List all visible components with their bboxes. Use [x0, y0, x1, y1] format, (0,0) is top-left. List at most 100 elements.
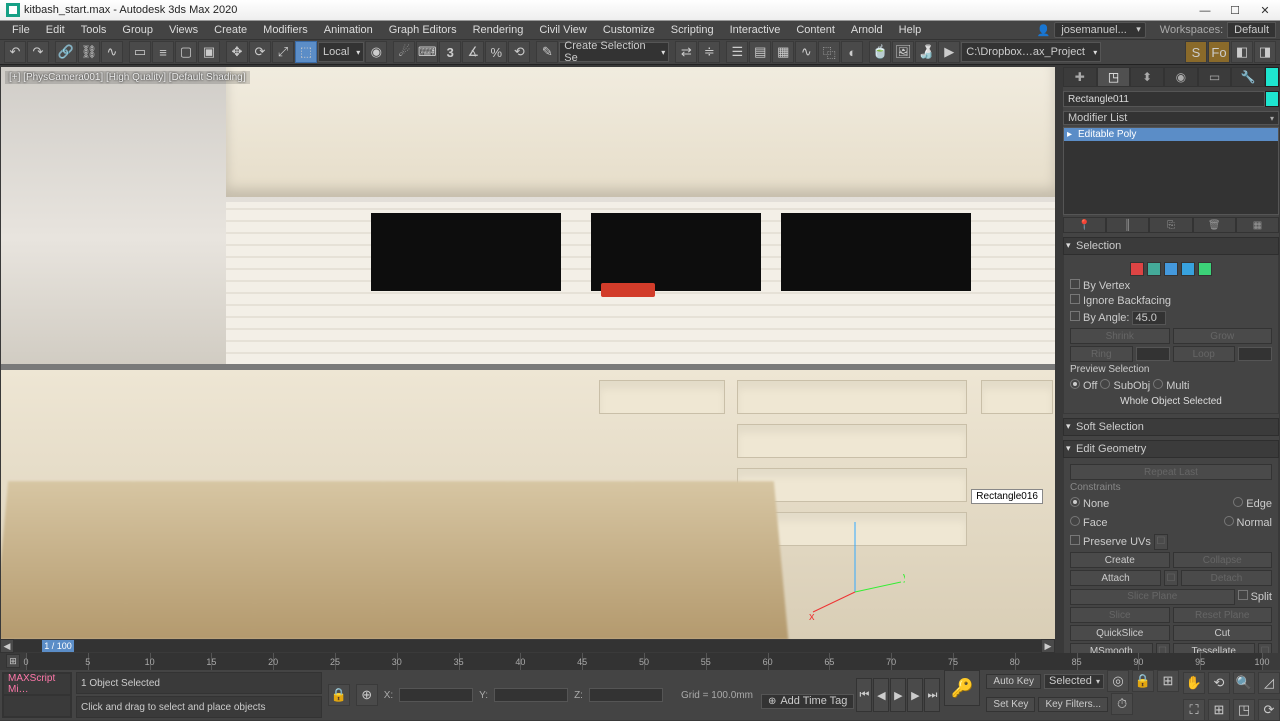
pan-view-button[interactable]: ✋: [1183, 672, 1205, 694]
edge-subobj-button[interactable]: [1147, 262, 1161, 276]
align-button[interactable]: ≑: [698, 41, 720, 63]
zoom-button[interactable]: 🔍: [1233, 672, 1255, 694]
time-slider-thumb[interactable]: 1 / 100: [42, 640, 74, 652]
window-crossing-button[interactable]: ▣: [198, 41, 220, 63]
play-button[interactable]: ▶: [890, 678, 906, 712]
menu-rendering[interactable]: Rendering: [465, 21, 532, 39]
viewport-label[interactable]: [+] [PhysCamera001] [High Quality] [Defa…: [5, 71, 250, 84]
viewport[interactable]: [+] [PhysCamera001] [High Quality] [Defa…: [1, 67, 1055, 639]
render-production-button[interactable]: 🍶: [915, 41, 937, 63]
unlink-button[interactable]: ⛓: [78, 41, 100, 63]
rendered-frame-button[interactable]: 🖼: [892, 41, 914, 63]
plugin-button-2[interactable]: ◨: [1254, 41, 1276, 63]
absolute-mode-button[interactable]: ⊕: [356, 684, 378, 706]
menu-graph-editors[interactable]: Graph Editors: [381, 21, 465, 39]
named-selection-set[interactable]: Create Selection Se: [559, 42, 669, 62]
motion-tab[interactable]: ◉: [1164, 67, 1198, 87]
panel-toggle[interactable]: [1265, 67, 1279, 87]
goto-start-button[interactable]: ⏮: [856, 678, 872, 712]
toggle-ribbon-button[interactable]: ▦: [772, 41, 794, 63]
menu-scripting[interactable]: Scripting: [663, 21, 722, 39]
hierarchy-tab[interactable]: ⬍: [1130, 67, 1164, 87]
select-by-name-button[interactable]: ≡: [152, 41, 174, 63]
orbit-button[interactable]: ⟲: [1208, 672, 1230, 694]
render-iterative-button[interactable]: ▶: [938, 41, 960, 63]
edit-geometry-rollout-header[interactable]: Edit Geometry: [1063, 440, 1279, 458]
plugin-button-1[interactable]: ◧: [1231, 41, 1253, 63]
render-setup-button[interactable]: 🍵: [869, 41, 891, 63]
menu-file[interactable]: File: [4, 21, 38, 39]
prev-frame-button[interactable]: ◀: [873, 678, 889, 712]
polygon-subobj-button[interactable]: [1181, 262, 1195, 276]
zoom-extents-all-button[interactable]: ⊞: [1208, 699, 1230, 721]
menu-views[interactable]: Views: [161, 21, 206, 39]
substance-button[interactable]: S: [1185, 41, 1207, 63]
select-move-button[interactable]: ✥: [226, 41, 248, 63]
link-button[interactable]: 🔗: [55, 41, 77, 63]
modifier-stack-item[interactable]: Editable Poly: [1064, 128, 1278, 141]
add-time-tag-button[interactable]: ⊕ Add Time Tag: [761, 694, 854, 709]
curve-editor-button[interactable]: ∿: [795, 41, 817, 63]
utilities-tab[interactable]: 🔧: [1231, 67, 1265, 87]
lock-selection-button[interactable]: 🔒: [328, 684, 350, 706]
key-target-dropdown[interactable]: Selected: [1044, 674, 1104, 689]
modifier-stack[interactable]: Editable Poly: [1063, 127, 1279, 215]
select-object-button[interactable]: ▭: [129, 41, 151, 63]
forest-pack-button[interactable]: Fo: [1208, 41, 1230, 63]
fov-button[interactable]: ◿: [1258, 672, 1280, 694]
soft-selection-rollout-header[interactable]: Soft Selection: [1063, 418, 1279, 436]
percent-snap-button[interactable]: %: [485, 41, 507, 63]
use-pivot-center-button[interactable]: ◉: [365, 41, 387, 63]
timeline-config-button[interactable]: ⊞: [6, 654, 20, 668]
ref-coord-system[interactable]: Local: [318, 42, 364, 62]
configure-modifier-sets-button[interactable]: ▦: [1236, 217, 1279, 233]
make-unique-button[interactable]: ⎘: [1149, 217, 1192, 233]
modify-tab[interactable]: ◳: [1097, 67, 1131, 87]
undo-button[interactable]: ↶: [4, 41, 26, 63]
minimize-button[interactable]: —: [1190, 0, 1220, 21]
create-tab[interactable]: ✚: [1063, 67, 1097, 87]
schematic-view-button[interactable]: ⿻: [818, 41, 840, 63]
vertex-subobj-button[interactable]: [1130, 262, 1144, 276]
xform-button[interactable]: ⊞: [1157, 670, 1179, 692]
quickslice-button[interactable]: QuickSlice: [1070, 625, 1170, 641]
menu-civil-view[interactable]: Civil View: [531, 21, 594, 39]
max-viewport-toggle[interactable]: ◳: [1233, 699, 1255, 721]
keyboard-shortcut-toggle[interactable]: ⌨: [416, 41, 438, 63]
next-frame-button[interactable]: ▶: [907, 678, 923, 712]
border-subobj-button[interactable]: [1164, 262, 1178, 276]
menu-customize[interactable]: Customize: [595, 21, 663, 39]
mirror-button[interactable]: ⇄: [675, 41, 697, 63]
cut-button[interactable]: Cut: [1173, 625, 1273, 641]
key-filters-button[interactable]: Key Filters...: [1038, 697, 1108, 712]
menu-help[interactable]: Help: [891, 21, 930, 39]
isolate-selection-button[interactable]: ◎: [1107, 670, 1129, 692]
select-manipulate-button[interactable]: ☄: [393, 41, 415, 63]
select-rotate-button[interactable]: ⟳: [249, 41, 271, 63]
menu-interactive[interactable]: Interactive: [722, 21, 789, 39]
auto-key-button[interactable]: Auto Key: [986, 674, 1041, 689]
time-slider-track[interactable]: ◀ 1 / 100 ▶: [0, 639, 1055, 653]
selection-rollout-header[interactable]: Selection: [1063, 237, 1279, 255]
named-selection-edit-button[interactable]: ✎: [536, 41, 558, 63]
redo-button[interactable]: ↷: [27, 41, 49, 63]
display-tab[interactable]: ▭: [1198, 67, 1232, 87]
maxscript-mini-listener[interactable]: MAXScript Mi…: [2, 672, 72, 718]
object-color-swatch[interactable]: [1265, 91, 1279, 107]
set-key-button[interactable]: Set Key: [986, 697, 1035, 712]
set-key-large-button[interactable]: 🔑: [944, 670, 980, 706]
x-coord-input[interactable]: [399, 688, 473, 702]
pin-stack-button[interactable]: 📍: [1063, 217, 1106, 233]
zoom-extents-button[interactable]: ⛶: [1183, 699, 1205, 721]
menu-group[interactable]: Group: [114, 21, 161, 39]
orbit-subobj-button[interactable]: ⟳: [1258, 699, 1280, 721]
project-path-field[interactable]: C:\Dropbox…ax_Project: [961, 42, 1101, 62]
element-subobj-button[interactable]: [1198, 262, 1212, 276]
object-name-field[interactable]: [1063, 91, 1265, 107]
toggle-scene-explorer-button[interactable]: ☰: [726, 41, 748, 63]
menu-animation[interactable]: Animation: [316, 21, 381, 39]
menu-tools[interactable]: Tools: [73, 21, 115, 39]
spinner-snap-button[interactable]: ⟲: [508, 41, 530, 63]
snaps-toggle[interactable]: 3: [439, 41, 461, 63]
menu-create[interactable]: Create: [206, 21, 255, 39]
